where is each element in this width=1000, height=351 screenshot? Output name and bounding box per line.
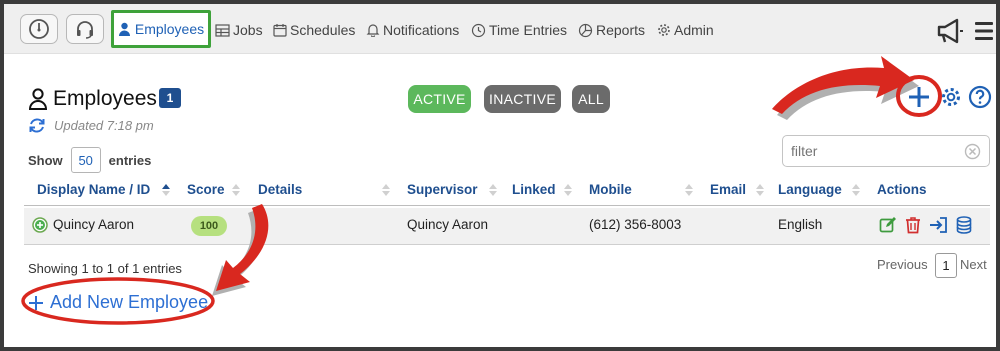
nav-notifications[interactable]: Notifications <box>366 19 459 41</box>
cell-name[interactable]: Quincy Aaron <box>53 217 134 232</box>
next-button[interactable]: Next <box>960 257 987 272</box>
page-title: Employees <box>28 87 157 111</box>
cell-language: English <box>778 217 823 232</box>
cell-supervisor: Quincy Aaron <box>407 217 489 232</box>
col-header-details[interactable]: Details <box>258 182 302 197</box>
nav-reports[interactable]: Reports <box>578 19 645 41</box>
sign-in-icon[interactable] <box>929 216 948 234</box>
arrow-to-plus-annotation <box>772 56 919 120</box>
app-frame: Employees Jobs Schedules Notifications T… <box>4 4 996 347</box>
nav-label: Jobs <box>233 22 263 38</box>
previous-button[interactable]: Previous <box>877 257 928 272</box>
sort-icon <box>685 184 693 196</box>
page-1-button[interactable]: 1 <box>935 253 957 278</box>
pie-chart-icon <box>578 23 593 37</box>
megaphone-icon[interactable] <box>936 18 964 44</box>
nav-label: Notifications <box>383 22 460 38</box>
filter-all-button[interactable]: ALL <box>572 85 610 113</box>
cell-mobile: (612) 356-8003 <box>589 217 682 232</box>
calendar-icon <box>273 24 287 37</box>
nav-label: Time Entries <box>489 22 568 38</box>
filter-inactive-button[interactable]: INACTIVE <box>484 85 561 113</box>
show-label: Show <box>28 152 63 168</box>
nav-label: Employees <box>134 21 205 37</box>
entries-label: entries <box>108 152 152 168</box>
nav-label: Admin <box>674 22 714 38</box>
nav-admin[interactable]: Admin <box>657 19 714 41</box>
help-icon[interactable] <box>968 85 992 109</box>
col-header-name[interactable]: Display Name / ID <box>37 182 150 197</box>
nav-label: Schedules <box>290 22 356 38</box>
support-button[interactable] <box>66 14 104 44</box>
database-icon[interactable] <box>956 216 972 234</box>
plus-icon[interactable] <box>907 85 931 109</box>
sort-icon <box>564 184 572 196</box>
settings-gear-icon[interactable] <box>940 86 962 108</box>
person-outline-icon <box>28 88 48 110</box>
dashboard-button[interactable] <box>20 14 58 44</box>
col-header-mobile[interactable]: Mobile <box>589 182 632 197</box>
col-header-email[interactable]: Email <box>710 182 746 197</box>
col-header-supervisor[interactable]: Supervisor <box>407 182 478 197</box>
gear-icon <box>658 24 670 36</box>
nav-label: Reports <box>596 22 646 38</box>
speedometer-icon <box>29 19 49 39</box>
col-header-language[interactable]: Language <box>778 182 842 197</box>
clear-icon[interactable] <box>964 143 981 160</box>
jobs-icon <box>215 23 230 37</box>
bell-icon <box>366 24 380 37</box>
filter-input[interactable] <box>791 137 961 165</box>
nav-schedules[interactable]: Schedules <box>273 19 355 41</box>
col-header-actions: Actions <box>877 182 927 197</box>
employee-count-badge: 1 <box>159 88 181 108</box>
sort-asc-icon <box>162 184 170 196</box>
filter-active-button[interactable]: ACTIVE <box>408 85 471 113</box>
top-nav: Employees Jobs Schedules Notifications T… <box>4 4 996 54</box>
page-length-control: Show 50 entries <box>28 147 151 173</box>
page-length-select[interactable]: 50 <box>70 147 101 173</box>
col-header-score[interactable]: Score <box>187 182 225 197</box>
edit-icon[interactable] <box>879 216 897 234</box>
col-header-linked[interactable]: Linked <box>512 182 556 197</box>
sort-icon <box>756 184 764 196</box>
header-divider <box>24 205 990 206</box>
table-row <box>24 208 990 244</box>
nav-jobs[interactable]: Jobs <box>215 19 263 41</box>
sort-icon <box>382 184 390 196</box>
person-icon <box>118 22 130 36</box>
add-new-employee-label: Add New Employee <box>50 292 209 312</box>
last-updated-text: Updated 7:18 pm <box>54 118 154 133</box>
score-badge: 100 <box>191 216 227 236</box>
sort-icon <box>232 184 240 196</box>
nav-employees[interactable]: Employees <box>111 10 211 48</box>
plus-icon <box>29 295 43 310</box>
delete-icon[interactable] <box>905 216 921 234</box>
sort-icon <box>852 184 860 196</box>
page-title-text: Employees <box>53 87 157 110</box>
last-updated: Updated 7:18 pm <box>28 117 154 134</box>
add-new-employee-link[interactable]: Add New Employee <box>28 292 208 313</box>
filter-box <box>782 135 990 167</box>
row-divider <box>24 244 990 245</box>
hamburger-menu-icon[interactable] <box>974 21 994 41</box>
refresh-icon[interactable] <box>28 117 46 134</box>
clock-icon <box>471 23 486 37</box>
table-info: Showing 1 to 1 of 1 entries <box>28 261 182 276</box>
nav-time-entries[interactable]: Time Entries <box>471 19 567 41</box>
sort-icon <box>489 184 497 196</box>
expand-row-icon[interactable] <box>32 217 48 233</box>
headset-icon <box>77 21 93 39</box>
